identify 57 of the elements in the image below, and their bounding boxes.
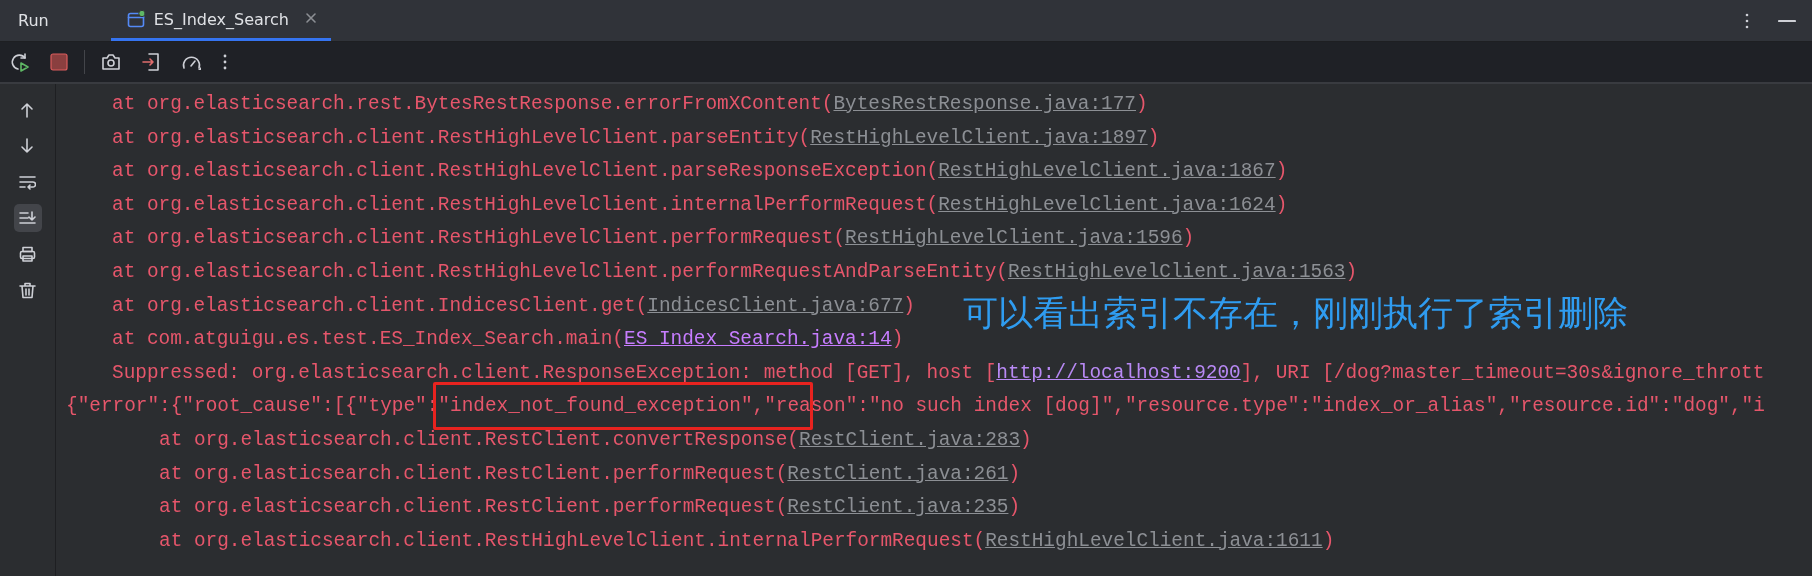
camera-icon[interactable] [101,52,121,72]
soft-wrap-icon [19,173,36,191]
up-arrow-icon [19,101,36,119]
stack-trace-text: at org.elasticsearch.rest.BytesRestResponse.errorFromXContent( [112,93,834,115]
window-icon [126,10,146,28]
annotation-text: 可以看出索引不存在，刚刚执行了索引删除 [963,292,1628,335]
url-link[interactable]: http://localhost:9200 [996,361,1241,384]
more-options-icon[interactable] [222,53,228,71]
stack-trace-text: ) [1008,496,1021,519]
stack-trace-text: at org.elasticsearch.client.RestClient.performRequest( [159,496,788,519]
stack-trace-text: ) [1008,462,1021,485]
rerun-icon[interactable] [10,51,30,73]
source-link[interactable]: RestHighLevelClient.java:1867 [938,160,1276,183]
stack-trace-text: at org.elasticsearch.client.RestClient.performRequest( [159,462,788,485]
stack-trace-text: Suppressed: org.elasticsearch.client.ResponseException: method [GET], host [ [112,361,997,384]
stack-trace-text: ) [1147,126,1160,149]
stack-trace-text: ) [1275,193,1288,216]
stack-trace-text: at org.elasticsearch.client.RestHighLevelClient.internalPerformRequest( [159,529,986,552]
source-link[interactable]: BytesRestResponse.java:177 [833,93,1136,115]
source-link[interactable]: RestClient.java:261 [787,462,1009,485]
stack-trace-text: ) [1322,529,1335,552]
source-link[interactable]: RestClient.java:283 [799,428,1021,451]
source-link[interactable]: RestHighLevelClient.java:1596 [845,227,1183,250]
stop-icon[interactable] [50,53,68,71]
source-link[interactable]: RestHighLevelClient.java:1897 [810,126,1148,149]
stack-trace-text: at org.elasticsearch.client.RestHighLevelClient.internalPerformRequest( [112,193,939,216]
stack-trace-text: ) [903,294,915,317]
source-link[interactable]: RestHighLevelClient.java:1563 [1008,260,1346,283]
source-link[interactable]: RestHighLevelClient.java:1611 [985,529,1323,552]
more-options-icon [1744,11,1750,30]
stack-trace-text: at com.atguigu.es.test.ES_Index_Search.main( [112,328,624,351]
panel-title: Run [17,10,50,32]
stack-trace-text: ], URI [/dog?master_timeout=30s&ignore_thrott [1240,361,1765,384]
stack-trace-text: at org.elasticsearch.client.RestClient.convertResponse( [159,428,799,451]
close-icon [304,12,317,24]
scroll-to-end-icon [19,209,36,227]
stack-trace-text: at org.elasticsearch.client.RestHighLevelClient.parseResponseException( [112,160,939,183]
stack-trace-text: ) [891,328,904,351]
source-link[interactable]: IndicesClient.java:677 [647,294,904,317]
login-icon[interactable] [141,52,161,72]
minimize-icon [1778,18,1796,23]
printer-icon [19,245,36,263]
scroll-to-end-button[interactable] [13,204,42,232]
stack-trace-text: at org.elasticsearch.client.RestHighLevelClient.parseEntity( [112,126,811,149]
stack-trace-text: ) [1136,93,1148,115]
stack-trace-text: ) [1182,227,1195,250]
stack-trace-text: at org.elasticsearch.client.RestHighLevelClient.performRequestAndParseEntity( [112,260,1008,283]
stack-trace-text: ) [1275,160,1288,183]
source-link[interactable]: RestHighLevelClient.java:1624 [938,193,1276,216]
stack-trace-text: at org.elasticsearch.client.IndicesClient.get( [112,294,648,317]
stack-trace-text: at org.elasticsearch.client.RestHighLevelClient.performRequest( [112,227,846,250]
stack-trace-text: ) [1020,428,1032,451]
source-link[interactable]: RestClient.java:235 [787,496,1009,519]
source-link[interactable]: ES_Index_Search.java:14 [624,328,892,351]
down-arrow-icon [19,137,36,155]
stack-trace-text: ) [1345,260,1358,283]
trash-icon [19,281,36,299]
